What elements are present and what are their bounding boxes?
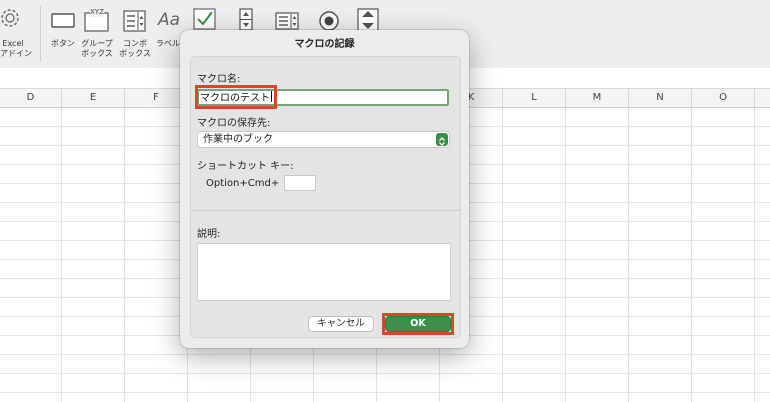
- store-in-select[interactable]: 作業中のブック: [197, 131, 450, 148]
- dialog-divider: [190, 210, 461, 211]
- macro-name-highlight: [195, 85, 277, 109]
- store-in-value: 作業中のブック: [203, 134, 273, 145]
- group-box-label[interactable]: グループ: [80, 39, 114, 49]
- column-header-F[interactable]: F: [125, 89, 188, 107]
- cancel-button[interactable]: キャンセル: [308, 316, 374, 332]
- spin-button-icon[interactable]: [239, 8, 253, 32]
- column-header-M[interactable]: M: [566, 89, 629, 107]
- checkbox-control-icon[interactable]: [193, 7, 217, 31]
- button-control-icon[interactable]: [51, 13, 75, 29]
- ribbon-separator: [40, 6, 41, 62]
- description-textarea[interactable]: [197, 243, 451, 301]
- combo-box-label-2[interactable]: ボックス: [118, 49, 152, 59]
- column-header-O[interactable]: O: [692, 89, 755, 107]
- list-box-icon[interactable]: [275, 12, 299, 30]
- excel-addin-label-2[interactable]: アドイン: [0, 49, 32, 59]
- record-macro-dialog: マクロの記録 マクロ名: マクロのテスト マクロの保存先: 作業中のブック ショ…: [180, 30, 469, 348]
- ok-button-highlight: [382, 313, 454, 335]
- shortcut-key-input[interactable]: [284, 175, 316, 191]
- label-control-icon[interactable]: Aa: [158, 10, 180, 30]
- gear-icon[interactable]: [0, 6, 24, 30]
- store-in-label: マクロの保存先:: [197, 118, 271, 129]
- group-box-icon-text: XYZ: [90, 8, 104, 16]
- macro-name-label: マクロ名:: [197, 74, 241, 85]
- scroll-bar-icon[interactable]: [357, 8, 379, 32]
- button-control-label[interactable]: ボタン: [49, 39, 77, 49]
- description-value: [198, 249, 202, 264]
- combo-box-label[interactable]: コンボ: [118, 39, 152, 49]
- shortcut-label: ショートカット キー:: [197, 161, 294, 172]
- group-box-icon[interactable]: XYZ: [84, 8, 110, 32]
- combo-box-icon[interactable]: [123, 10, 147, 32]
- select-chevron-icon[interactable]: [436, 133, 448, 146]
- label-control-label[interactable]: ラベル: [156, 39, 180, 49]
- shortcut-prefix: Option+Cmd+: [206, 178, 280, 189]
- option-button-icon[interactable]: [318, 10, 340, 32]
- dialog-title: マクロの記録: [294, 39, 355, 50]
- column-header-D[interactable]: D: [0, 89, 62, 107]
- column-header-N[interactable]: N: [629, 89, 692, 107]
- column-header-L[interactable]: L: [503, 89, 566, 107]
- shortcut-key-value: [285, 183, 288, 194]
- description-label: 説明:: [197, 229, 221, 240]
- excel-addin-label[interactable]: Excel: [0, 39, 26, 49]
- group-box-label-2[interactable]: ボックス: [80, 49, 114, 59]
- column-header-E[interactable]: E: [62, 89, 125, 107]
